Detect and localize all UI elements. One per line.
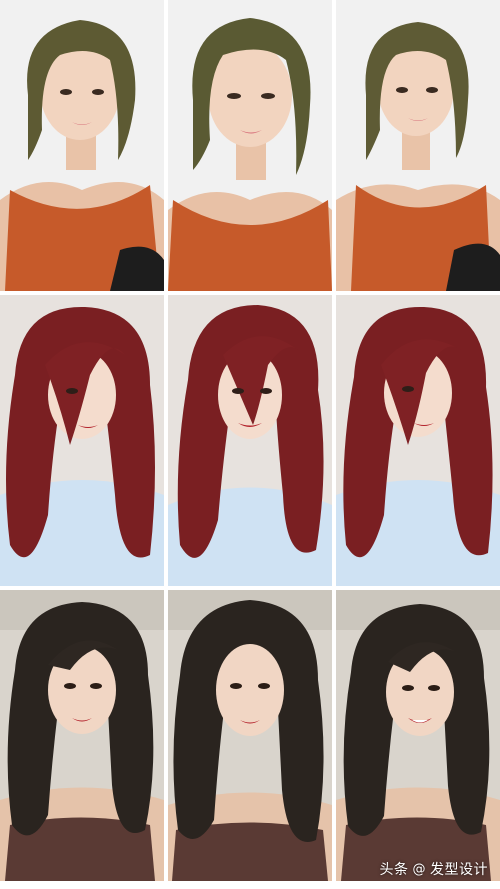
photo-bob-front-left [0, 0, 164, 291]
watermark-platform: 头条 [379, 862, 409, 878]
watermark-at: @ [412, 861, 426, 877]
photo-red-hair-right [336, 295, 500, 586]
photo-brown-hair-left [0, 590, 164, 881]
watermark-account: 发型设计 [430, 862, 488, 878]
photo-bob-front-center [168, 0, 332, 291]
photo-brown-hair-right [336, 590, 500, 881]
photo-bob-front-right [336, 0, 500, 291]
photo-red-hair-center [168, 295, 332, 586]
photo-red-hair-left [0, 295, 164, 586]
photo-brown-hair-center [168, 590, 332, 881]
watermark: 头条 @ 发型设计 [380, 859, 489, 879]
photo-grid [0, 0, 500, 889]
